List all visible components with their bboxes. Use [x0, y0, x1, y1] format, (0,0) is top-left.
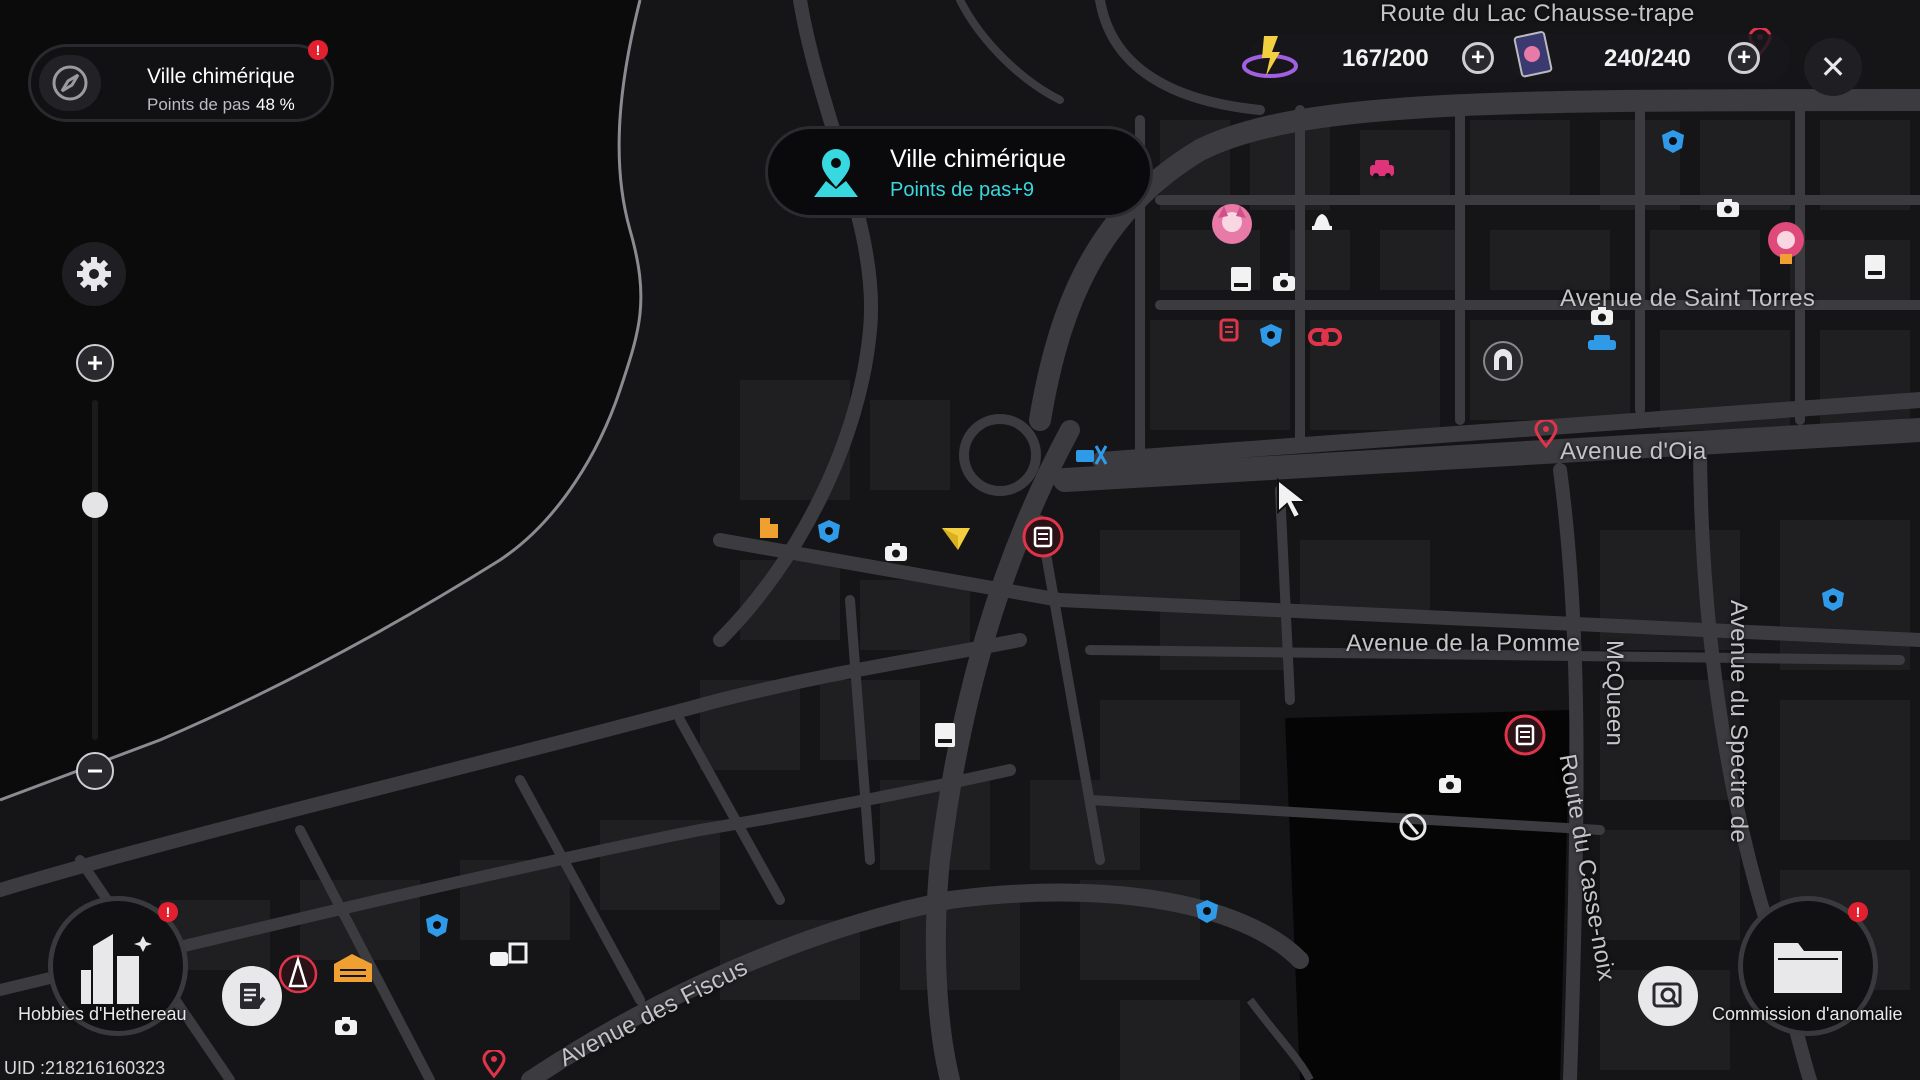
agent-icon[interactable] [1398, 812, 1428, 842]
character-avatar-icon[interactable] [1766, 220, 1806, 264]
footstep-progress: Points de pas 48 % [147, 95, 295, 115]
quest-marker-icon[interactable] [940, 524, 972, 552]
void-area [1285, 710, 1570, 1080]
energy-value: 167/200 [1342, 45, 1429, 72]
camera-icon[interactable] [1716, 198, 1740, 218]
tickets-add-button[interactable]: + [1728, 42, 1760, 74]
street-mcqueen: McQueen [1601, 640, 1628, 747]
user-id: UID :218216160323 [4, 1058, 166, 1078]
location-pin-icon[interactable] [482, 1050, 506, 1078]
quest-log-button[interactable] [222, 966, 282, 1026]
tickets-value: 240/240 [1604, 45, 1691, 72]
plus-icon [88, 356, 102, 370]
shop-bag-icon[interactable] [332, 950, 374, 984]
zoom-slider-track[interactable] [92, 400, 98, 740]
alert-badge: ! [308, 40, 328, 60]
notepad-icon [240, 983, 266, 1010]
book-icon[interactable] [1230, 266, 1252, 292]
camera-icon[interactable] [884, 542, 908, 562]
taxi-icon[interactable] [1368, 158, 1396, 180]
commission-alert-badge: ! [1848, 902, 1868, 922]
map-search-button[interactable] [1638, 966, 1698, 1026]
commission-label: Commission d'anomalie [1712, 1004, 1903, 1024]
street-spectre: Avenue du Spectre de [1725, 600, 1752, 844]
map-search-icon [1652, 982, 1682, 1008]
building-icon[interactable] [758, 512, 780, 540]
battery-charge-icon [1240, 30, 1300, 84]
tower-icon[interactable] [278, 954, 318, 994]
repair-icon[interactable] [1074, 442, 1108, 468]
compass-icon[interactable] [39, 55, 101, 111]
location-progress-pill[interactable]: Ville chimérique Points de pas 48 % [28, 44, 334, 122]
camera-icon[interactable] [1590, 306, 1614, 326]
folder-icon [1774, 943, 1842, 993]
city-buildings-icon [81, 934, 152, 1004]
banner-title: Ville chimérique [890, 145, 1067, 173]
hollow-zero-icon[interactable] [1820, 586, 1846, 612]
camera-icon[interactable] [334, 1016, 358, 1036]
photo-spot-icon[interactable] [488, 940, 530, 970]
character-avatar-icon[interactable] [1210, 202, 1254, 246]
gear-icon [77, 257, 111, 291]
chain-link-icon[interactable] [1308, 326, 1342, 348]
street-lac: Route du Lac Chausse-trape [1380, 0, 1695, 27]
hollow-zero-icon[interactable] [1258, 322, 1284, 348]
zoom-in-button[interactable] [76, 344, 114, 382]
close-button[interactable]: ✕ [1804, 38, 1862, 96]
book-icon[interactable] [934, 722, 956, 748]
vending-icon[interactable] [1218, 318, 1240, 344]
footstep-percent: 48 % [256, 95, 295, 114]
car-icon[interactable] [1586, 334, 1618, 354]
hollow-zero-icon[interactable] [1194, 898, 1220, 924]
street-pomme: Avenue de la Pomme [1346, 630, 1581, 657]
camera-icon[interactable] [1272, 272, 1296, 292]
energy-add-button[interactable]: + [1462, 42, 1494, 74]
camera-icon[interactable] [1438, 774, 1462, 794]
settings-button[interactable] [62, 242, 126, 306]
location-pin-icon[interactable] [1534, 420, 1558, 448]
hollow-zero-icon[interactable] [816, 518, 842, 544]
close-icon: ✕ [1819, 49, 1847, 85]
street-oia: Avenue d'Oia [1560, 438, 1707, 465]
banner-subtitle: Points de pas+9 [890, 179, 1034, 201]
hollow-zero-icon[interactable] [424, 912, 450, 938]
book-icon[interactable] [1864, 254, 1886, 280]
zoom-out-button[interactable] [76, 752, 114, 790]
footstep-label: Points de pas [147, 95, 251, 114]
store-icon[interactable] [1504, 714, 1546, 756]
mouse-cursor [1276, 478, 1310, 520]
store-icon[interactable] [1022, 516, 1064, 558]
hobbies-label: Hobbies d'Hethereau [18, 1004, 187, 1024]
map-pin-icon [814, 149, 858, 197]
hollow-zero-icon[interactable] [1660, 128, 1686, 154]
zoom-slider-handle[interactable] [82, 492, 108, 518]
minus-icon [88, 769, 102, 773]
hobbies-alert-badge: ! [158, 902, 178, 922]
area-banner: Ville chimérique Points de pas+9 [765, 126, 1153, 218]
ticket-card-icon [1510, 30, 1558, 80]
bell-icon[interactable] [1310, 210, 1334, 232]
district-name: Ville chimérique [147, 65, 295, 88]
arch-icon[interactable] [1482, 340, 1524, 382]
